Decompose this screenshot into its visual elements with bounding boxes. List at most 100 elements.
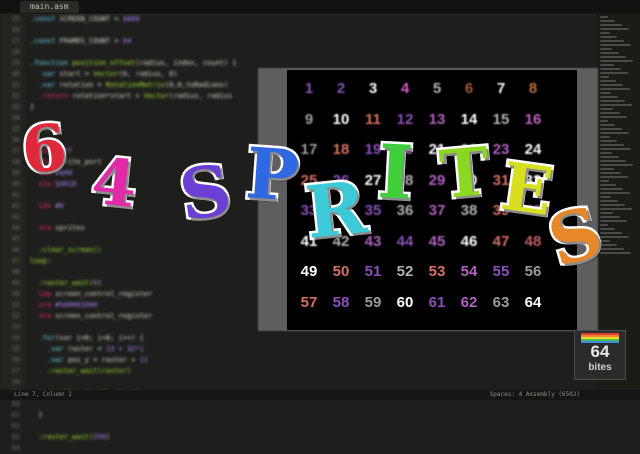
code-token: rotation*start +: [72, 92, 144, 100]
minimap-line: [600, 192, 630, 194]
minimap-line: [600, 204, 625, 206]
minimap-line: [600, 236, 629, 238]
code-token: .function: [30, 59, 73, 67]
minimap-line: [600, 216, 620, 218]
minimap-line: [600, 200, 618, 202]
code-token: rotation =: [59, 81, 106, 89]
code-token: .var: [30, 356, 68, 364]
code-token: 13 + 32*i: [105, 345, 144, 353]
line-number: 41: [11, 191, 20, 199]
code-token: (0,0,toRadians(: [164, 81, 229, 89]
code-token: sta: [30, 224, 56, 232]
sprite-12: 12: [396, 110, 414, 128]
sprite-48: 48: [524, 232, 542, 250]
sprite-55: 55: [492, 263, 510, 280]
minimap-line: [600, 116, 627, 118]
tab-main-asm[interactable]: main.asm: [20, 1, 79, 13]
line-number: 42: [11, 202, 20, 210]
minimap-line: [600, 72, 628, 74]
title-letter: S: [172, 145, 239, 239]
code-token: FRAMES_COUNT =: [59, 37, 123, 45]
sprite-53: 53: [428, 263, 446, 280]
sprite-49: 49: [300, 263, 318, 280]
code-token: 11: [139, 356, 149, 364]
code-token: sta: [30, 312, 56, 320]
line-number: 27: [11, 37, 20, 45]
code-token: ora: [30, 301, 56, 309]
code-token: :raster_wait(raster): [30, 367, 132, 375]
sprite-45: 45: [428, 232, 446, 250]
minimap-line: [600, 188, 623, 190]
sprite-14: 14: [460, 110, 478, 128]
sprite-16: 16: [524, 110, 542, 128]
title-letter: I: [373, 127, 417, 220]
code-token: ): [97, 279, 102, 287]
code-line: :raster_wait(raster): [30, 366, 590, 377]
sprite-6: 6: [464, 80, 474, 97]
minimap-line: [600, 108, 613, 110]
sprite-56: 56: [524, 263, 542, 280]
line-number: 26: [11, 26, 20, 34]
minimap-line: [600, 224, 608, 226]
sprite-13: 13: [428, 110, 446, 128]
code-token: (radius, radius: [169, 92, 233, 100]
minimap-line: [600, 40, 624, 42]
minimap-line: [600, 152, 612, 154]
minimap-line: [600, 208, 632, 210]
minimap-line: [600, 112, 620, 114]
sprite-58: 58: [332, 293, 350, 311]
line-number: 31: [11, 81, 20, 89]
sprite-64: 64: [524, 293, 542, 311]
minimap-line: [600, 80, 616, 82]
sprite-46: 46: [460, 232, 478, 250]
minimap-line: [600, 100, 625, 102]
title-letter: 4: [86, 141, 143, 225]
line-number: 45: [11, 235, 20, 243]
code-token: SCREEN_COUNT =: [59, 15, 123, 23]
code-line: .var raster = 13 + 32*i: [30, 344, 590, 355]
logo-word: bites: [588, 362, 612, 373]
sprite-59: 59: [364, 293, 382, 311]
line-number: 57: [11, 367, 20, 375]
status-position: Line 7, Column 1: [14, 391, 72, 398]
line-number: 61: [11, 411, 20, 419]
code-token: start =: [59, 70, 94, 78]
sprite-8: 8: [528, 80, 538, 97]
minimap-line: [600, 140, 617, 142]
code-token: .var: [30, 345, 68, 353]
sprite-10: 10: [332, 110, 350, 128]
minimap-line: [600, 120, 608, 122]
minimap-line: [600, 180, 609, 182]
sprite-9: 9: [304, 110, 314, 128]
line-number: 43: [11, 213, 20, 221]
minimap-line: [600, 32, 610, 34]
title-letter: P: [241, 129, 304, 220]
minimap-line: [600, 220, 627, 222]
minimap-line: [600, 168, 614, 170]
sprite-60: 60: [396, 293, 414, 311]
line-number: 25: [11, 15, 20, 23]
line-number-gutter: 25 26 27 28 29 30 31 32 33 34 35 36 37 38 39 40 41 42 43 44…: [0, 14, 24, 452]
code-token: lda: [30, 290, 56, 298]
line-number: 28: [11, 48, 20, 56]
line-number: 54: [11, 334, 20, 342]
minimap-line: [600, 68, 621, 70]
line-number: 56: [11, 356, 20, 364]
code-token: }: [30, 103, 35, 111]
code-token: Vector: [143, 92, 170, 100]
line-number: 51: [11, 301, 20, 309]
sprite-11: 11: [365, 110, 381, 128]
code-token: RotationMatrix: [105, 81, 165, 89]
sprite-2: 2: [336, 80, 346, 97]
code-token: raster =: [67, 345, 106, 353]
minimap-line: [600, 164, 633, 166]
code-token: }: [30, 411, 43, 419]
minimap-line: [600, 88, 630, 90]
line-number: 60: [11, 400, 20, 408]
64bites-logo: 64 bites: [574, 330, 626, 380]
